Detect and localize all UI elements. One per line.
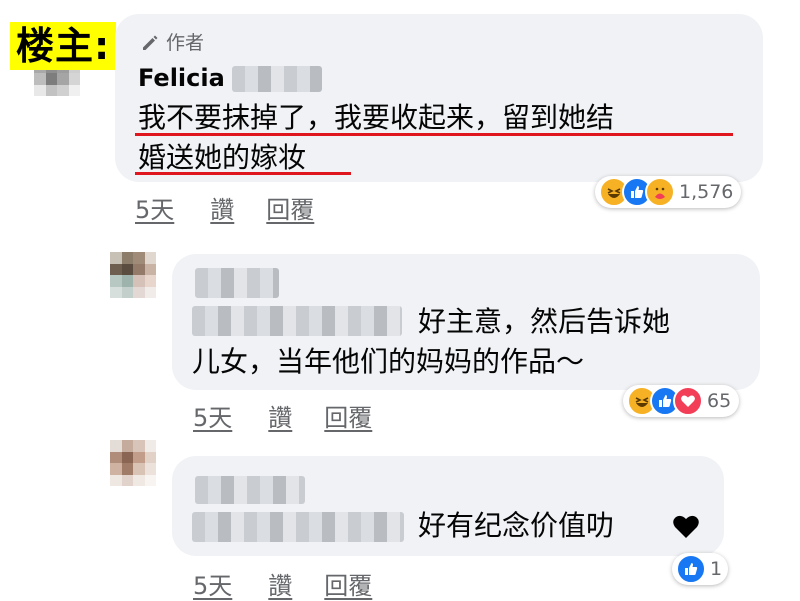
- comment-text-line1: 好有纪念价值叻: [418, 509, 615, 542]
- commenter-name[interactable]: Felicia: [138, 64, 225, 92]
- redacted-mention-3: [192, 512, 404, 542]
- heart-icon: [673, 515, 699, 538]
- reaction-summary-3[interactable]: 1: [672, 553, 729, 585]
- timestamp[interactable]: 5天: [135, 190, 174, 225]
- reaction-count: 65: [707, 390, 732, 412]
- reply-button[interactable]: 回覆: [266, 190, 314, 225]
- comment-actions-3: 5天 讚 回覆: [193, 566, 372, 601]
- timestamp[interactable]: 5天: [193, 566, 232, 601]
- red-underline-2: [135, 172, 351, 175]
- pencil-icon: [143, 35, 158, 50]
- comment-text-line1: 我不要抹掉了，我要收起来，留到她结: [138, 101, 615, 134]
- redacted-name-3: [195, 476, 305, 504]
- like-button[interactable]: 讚: [210, 190, 234, 225]
- author-badge: 作者: [140, 28, 204, 55]
- reaction-summary-2[interactable]: 65: [623, 385, 740, 417]
- reaction-count: 1: [710, 558, 723, 580]
- redacted-name: [232, 66, 322, 92]
- reply-button[interactable]: 回覆: [324, 566, 372, 601]
- op-label: 楼主:: [10, 22, 117, 70]
- love-icon: [673, 386, 703, 416]
- comment-text-line2: 儿女，当年他们的妈妈的作品～: [192, 345, 585, 378]
- commenter-avatar-2[interactable]: [110, 252, 156, 298]
- commenter-avatar-3[interactable]: [110, 440, 156, 486]
- comment-actions-1: 5天 讚 回覆: [135, 190, 314, 225]
- comment-actions-2: 5天 讚 回覆: [193, 398, 372, 433]
- red-underline-1: [135, 133, 733, 136]
- comment-text-line1: 好主意，然后告诉她: [418, 305, 671, 338]
- like-icon: [676, 554, 706, 584]
- like-button[interactable]: 讚: [268, 398, 292, 433]
- redacted-name-2: [195, 268, 279, 298]
- reply-button[interactable]: 回覆: [324, 398, 372, 433]
- reaction-count: 1,576: [679, 181, 734, 203]
- reaction-summary-1[interactable]: 1,576: [595, 176, 742, 208]
- redacted-mention: [192, 306, 402, 336]
- timestamp[interactable]: 5天: [193, 398, 232, 433]
- like-button[interactable]: 讚: [268, 566, 292, 601]
- author-tag: 作者: [166, 32, 205, 54]
- care-icon: [645, 177, 675, 207]
